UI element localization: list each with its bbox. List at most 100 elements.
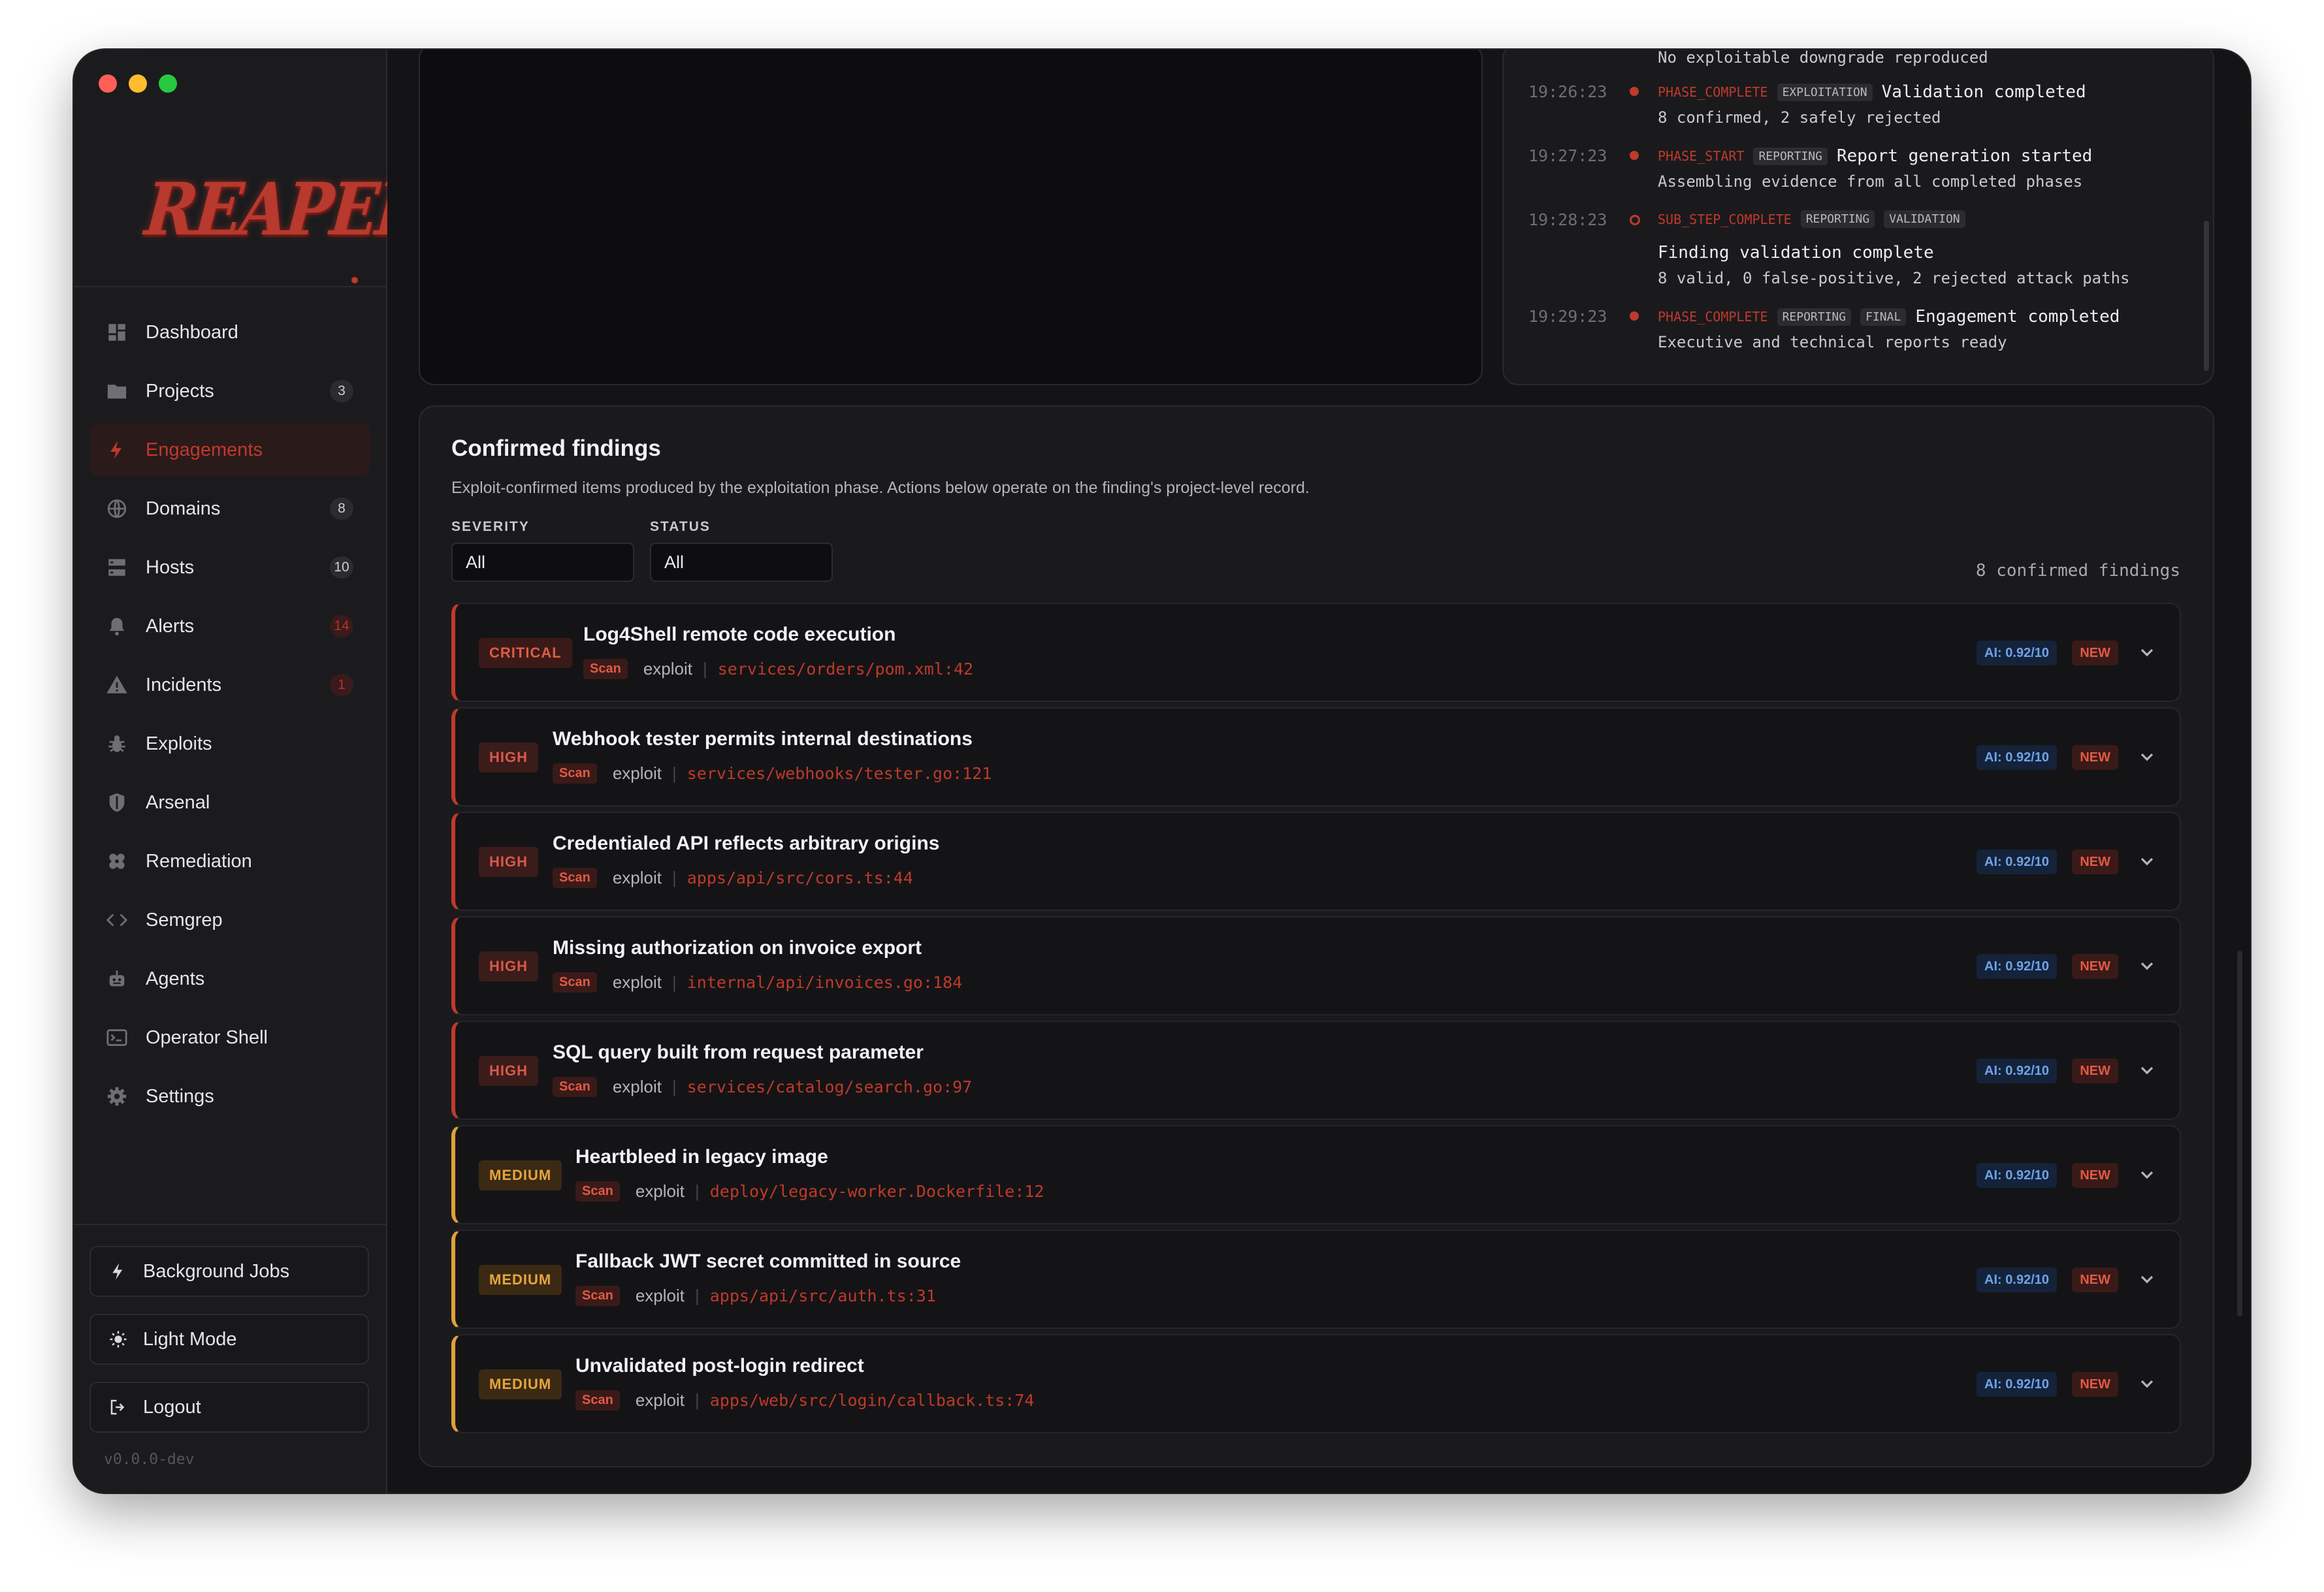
finding-path[interactable]: internal/api/invoices.go:184 [687,973,962,992]
finding-title: Credentialed API reflects arbitrary orig… [553,833,940,854]
event-detail: 8 confirmed, 2 safely rejected [1658,108,1941,127]
finding-meta: Scan exploit | apps/web/src/login/callba… [575,1390,1034,1410]
finding-kind: exploit [612,868,662,887]
sidebar-item-domains[interactable]: Domains 8 [89,482,370,535]
sidebar-item-agents[interactable]: Agents [89,952,370,1006]
count-badge: 8 [330,498,353,520]
event-dot-icon [1630,311,1639,321]
finding-row[interactable]: HIGH Missing authorization on invoice ex… [451,916,2181,1015]
finding-row[interactable]: MEDIUM Unvalidated post-login redirect S… [451,1334,2181,1433]
sidebar-item-projects[interactable]: Projects 3 [89,364,370,418]
sidebar-item-label: Projects [146,380,214,402]
severity-badge: MEDIUM [479,1160,562,1190]
findings-count: 8 confirmed findings [1975,561,2180,581]
sidebar-item-remediation[interactable]: Remediation [89,835,370,888]
finding-meta: Scan exploit | services/catalog/search.g… [553,1077,972,1097]
sidebar-item-label: Exploits [146,733,212,754]
sidebar-item-incidents[interactable]: Incidents 1 [89,658,370,712]
event-tag: REPORTING [1777,308,1852,326]
finding-row[interactable]: HIGH Credentialed API reflects arbitrary… [451,812,2181,911]
count-badge: 3 [330,380,353,402]
event-message: Finding validation complete [1658,243,1934,263]
light-mode-label: Light Mode [143,1328,237,1350]
sidebar-item-semgrep[interactable]: Semgrep [89,893,370,947]
event-detail: Assembling evidence from all completed p… [1658,172,2083,191]
finding-path[interactable]: services/webhooks/tester.go:121 [687,764,992,783]
incident-count-badge: 1 [330,674,353,696]
finding-title: Missing authorization on invoice export [553,937,922,959]
preview-panel [419,50,1483,385]
minimize-window-button[interactable] [129,74,147,93]
sidebar-item-hosts[interactable]: Hosts 10 [89,541,370,594]
chevron-down-icon[interactable] [2137,1269,2157,1290]
source-badge: Scan [583,659,628,679]
finding-row[interactable]: HIGH SQL query built from request parame… [451,1021,2181,1120]
log-timestamp: 19:28:23 [1528,210,1607,229]
chevron-down-icon[interactable] [2137,851,2157,872]
finding-path[interactable]: services/catalog/search.go:97 [687,1077,973,1096]
connection-status-dot [351,277,358,283]
event-message: Validation completed [1881,82,2086,102]
window-controls [99,74,177,93]
source-badge: Scan [575,1181,620,1202]
background-jobs-button[interactable]: Background Jobs [89,1246,369,1297]
sidebar-item-exploits[interactable]: Exploits [89,717,370,771]
chevron-down-icon[interactable] [2137,1373,2157,1394]
chevron-down-icon[interactable] [2137,642,2157,663]
log-scrollbar[interactable] [2204,221,2209,371]
gear-icon [104,1083,130,1109]
sidebar-item-settings[interactable]: Settings [89,1070,370,1123]
separator: | [702,659,707,678]
finding-kind: exploit [635,1181,685,1201]
section-subtitle: Exploit-confirmed items produced by the … [451,479,1310,497]
finding-path[interactable]: deploy/legacy-worker.Dockerfile:12 [710,1182,1044,1201]
sidebar-item-dashboard[interactable]: Dashboard [89,306,370,359]
event-message: Engagement completed [1915,307,2120,326]
finding-kind: exploit [643,659,692,678]
bug-icon [104,731,130,757]
ai-score-badge: AI: 0.92/10 [1977,1059,2057,1083]
finding-path[interactable]: services/orders/pom.xml:42 [718,660,973,678]
finding-title: Fallback JWT secret committed in source [575,1250,961,1272]
finding-title: Webhook tester permits internal destinat… [553,728,973,750]
sidebar-item-engagements[interactable]: Engagements [89,423,370,477]
event-type: PHASE_START [1658,148,1745,164]
finding-row[interactable]: MEDIUM Heartbleed in legacy image Scan e… [451,1125,2181,1224]
sidebar-item-label: Incidents [146,674,222,695]
source-badge: Scan [575,1390,620,1410]
light-mode-toggle[interactable]: Light Mode [89,1314,369,1365]
close-window-button[interactable] [99,74,117,93]
logout-button[interactable]: Logout [89,1382,369,1433]
chevron-down-icon[interactable] [2137,955,2157,976]
sidebar-item-operator-shell[interactable]: Operator Shell [89,1011,370,1064]
finding-path[interactable]: apps/api/src/cors.ts:44 [687,868,913,887]
chevron-down-icon[interactable] [2137,1164,2157,1185]
finding-meta: Scan exploit | services/orders/pom.xml:4… [583,659,973,679]
reaper-logo[interactable]: REAPER [142,167,429,252]
event-type: PHASE_COMPLETE [1658,309,1768,325]
sidebar-item-arsenal[interactable]: Arsenal [89,776,370,829]
separator: | [671,763,677,783]
finding-kind: exploit [612,972,662,992]
finding-kind: exploit [635,1286,685,1305]
maximize-window-button[interactable] [159,74,177,93]
main-scrollbar[interactable] [2237,951,2242,1316]
status-badge: NEW [2072,1163,2118,1188]
finding-row[interactable]: HIGH Webhook tester permits internal des… [451,707,2181,806]
finding-row[interactable]: CRITICAL Log4Shell remote code execution… [451,603,2181,702]
finding-path[interactable]: apps/web/src/login/callback.ts:74 [710,1391,1035,1410]
status-filter-select[interactable]: All [650,543,833,582]
finding-meta: Scan exploit | apps/api/src/cors.ts:44 [553,868,913,888]
finding-kind: exploit [635,1390,685,1410]
alert-count-badge: 14 [330,615,353,637]
shield-icon [104,789,130,816]
chevron-down-icon[interactable] [2137,1060,2157,1081]
finding-title: Heartbleed in legacy image [575,1146,828,1168]
chevron-down-icon[interactable] [2137,746,2157,767]
dashboard-icon [104,319,130,345]
folder-icon [104,378,130,404]
finding-path[interactable]: apps/api/src/auth.ts:31 [710,1286,936,1305]
sidebar-item-alerts[interactable]: Alerts 14 [89,599,370,653]
finding-row[interactable]: MEDIUM Fallback JWT secret committed in … [451,1230,2181,1329]
severity-filter-select[interactable]: All [451,543,634,582]
